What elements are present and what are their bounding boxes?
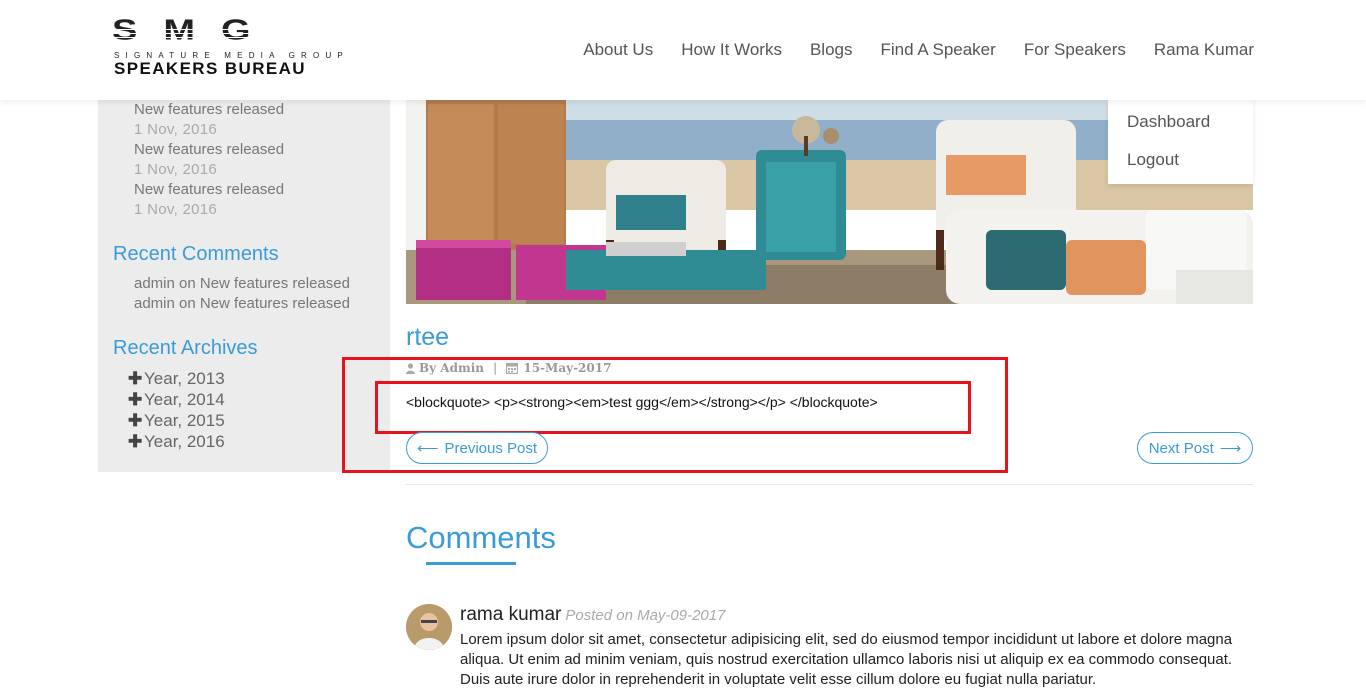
archive-item[interactable]: ✚ Year, 2015 bbox=[128, 410, 225, 431]
comment-author: rama kumar bbox=[460, 604, 562, 625]
archive-item[interactable]: ✚ Year, 2016 bbox=[128, 431, 225, 452]
site-header: SMG SIGNATURE MEDIA GROUP SPEAKERS BUREA… bbox=[0, 0, 1366, 100]
archive-item[interactable]: ✚ Year, 2013 bbox=[128, 368, 225, 389]
recent-comment-item[interactable]: admin on New features released bbox=[134, 274, 350, 294]
recent-post-title[interactable]: New features released bbox=[134, 100, 284, 120]
nav-for-speakers[interactable]: For Speakers bbox=[1024, 39, 1126, 61]
next-post-button[interactable]: Next Post ⟶ bbox=[1137, 432, 1253, 464]
comment-header: rama kumar Posted on May-09-2017 bbox=[460, 603, 725, 628]
recent-comment-item[interactable]: admin on New features released bbox=[134, 294, 350, 314]
arrow-left-icon: ⟵ bbox=[416, 440, 439, 457]
archive-item[interactable]: ✚ Year, 2014 bbox=[128, 389, 225, 410]
main-nav: About Us How It Works Blogs Find A Speak… bbox=[583, 39, 1254, 61]
recent-posts-list: New features released 1 Nov, 2016 New fe… bbox=[134, 100, 284, 220]
plus-icon: ✚ bbox=[128, 390, 143, 409]
recent-post-date: 1 Nov, 2016 bbox=[134, 161, 218, 178]
recent-post-date: 1 Nov, 2016 bbox=[134, 201, 218, 218]
recent-comments-heading: Recent Comments bbox=[113, 243, 279, 265]
logout-link[interactable]: Logout bbox=[1108, 149, 1253, 171]
nav-about-us[interactable]: About Us bbox=[583, 39, 653, 61]
logo-stripes bbox=[112, 26, 362, 46]
recent-post-title[interactable]: New features released bbox=[134, 140, 284, 160]
section-divider bbox=[406, 484, 1253, 485]
commenter-avatar bbox=[406, 604, 452, 650]
comment-date: Posted on May-09-2017 bbox=[565, 607, 726, 624]
plus-icon: ✚ bbox=[128, 432, 143, 451]
archive-label: Year, 2014 bbox=[144, 390, 225, 409]
plus-icon: ✚ bbox=[128, 411, 143, 430]
comment-text: Lorem ipsum dolor sit amet, consectetur … bbox=[460, 631, 1233, 688]
recent-archives-heading: Recent Archives bbox=[113, 337, 258, 359]
nav-blogs[interactable]: Blogs bbox=[810, 39, 853, 61]
comments-heading: Comments bbox=[406, 520, 556, 555]
recent-comments-list: admin on New features released admin on … bbox=[134, 274, 350, 314]
nav-user-menu[interactable]: Rama Kumar bbox=[1154, 39, 1254, 61]
recent-post-title[interactable]: New features released bbox=[134, 180, 284, 200]
nav-find-a-speaker[interactable]: Find A Speaker bbox=[881, 39, 996, 61]
previous-post-label: Previous Post bbox=[444, 439, 538, 457]
highlight-annotation-inner bbox=[375, 381, 971, 434]
archive-label: Year, 2016 bbox=[144, 432, 225, 451]
dashboard-link[interactable]: Dashboard bbox=[1108, 111, 1253, 133]
user-dropdown-menu: Dashboard Logout bbox=[1108, 100, 1253, 184]
nav-how-it-works[interactable]: How It Works bbox=[681, 39, 782, 61]
archive-label: Year, 2013 bbox=[144, 369, 225, 388]
plus-icon: ✚ bbox=[128, 369, 143, 388]
recent-post-date: 1 Nov, 2016 bbox=[134, 121, 218, 138]
previous-post-button[interactable]: ⟵ Previous Post bbox=[406, 432, 548, 464]
smg-logo[interactable]: SMG SIGNATURE MEDIA GROUP SPEAKERS BUREA… bbox=[112, 16, 362, 78]
logo-bureau: SPEAKERS BUREAU bbox=[114, 59, 306, 78]
post-title[interactable]: rtee bbox=[406, 322, 449, 352]
arrow-right-icon: ⟶ bbox=[1219, 440, 1242, 457]
archives-list: ✚ Year, 2013 ✚ Year, 2014 ✚ Year, 2015 ✚ Yea… bbox=[128, 368, 225, 452]
comments-heading-underline bbox=[426, 562, 516, 565]
archive-label: Year, 2015 bbox=[144, 411, 225, 430]
next-post-label: Next Post bbox=[1148, 439, 1214, 457]
